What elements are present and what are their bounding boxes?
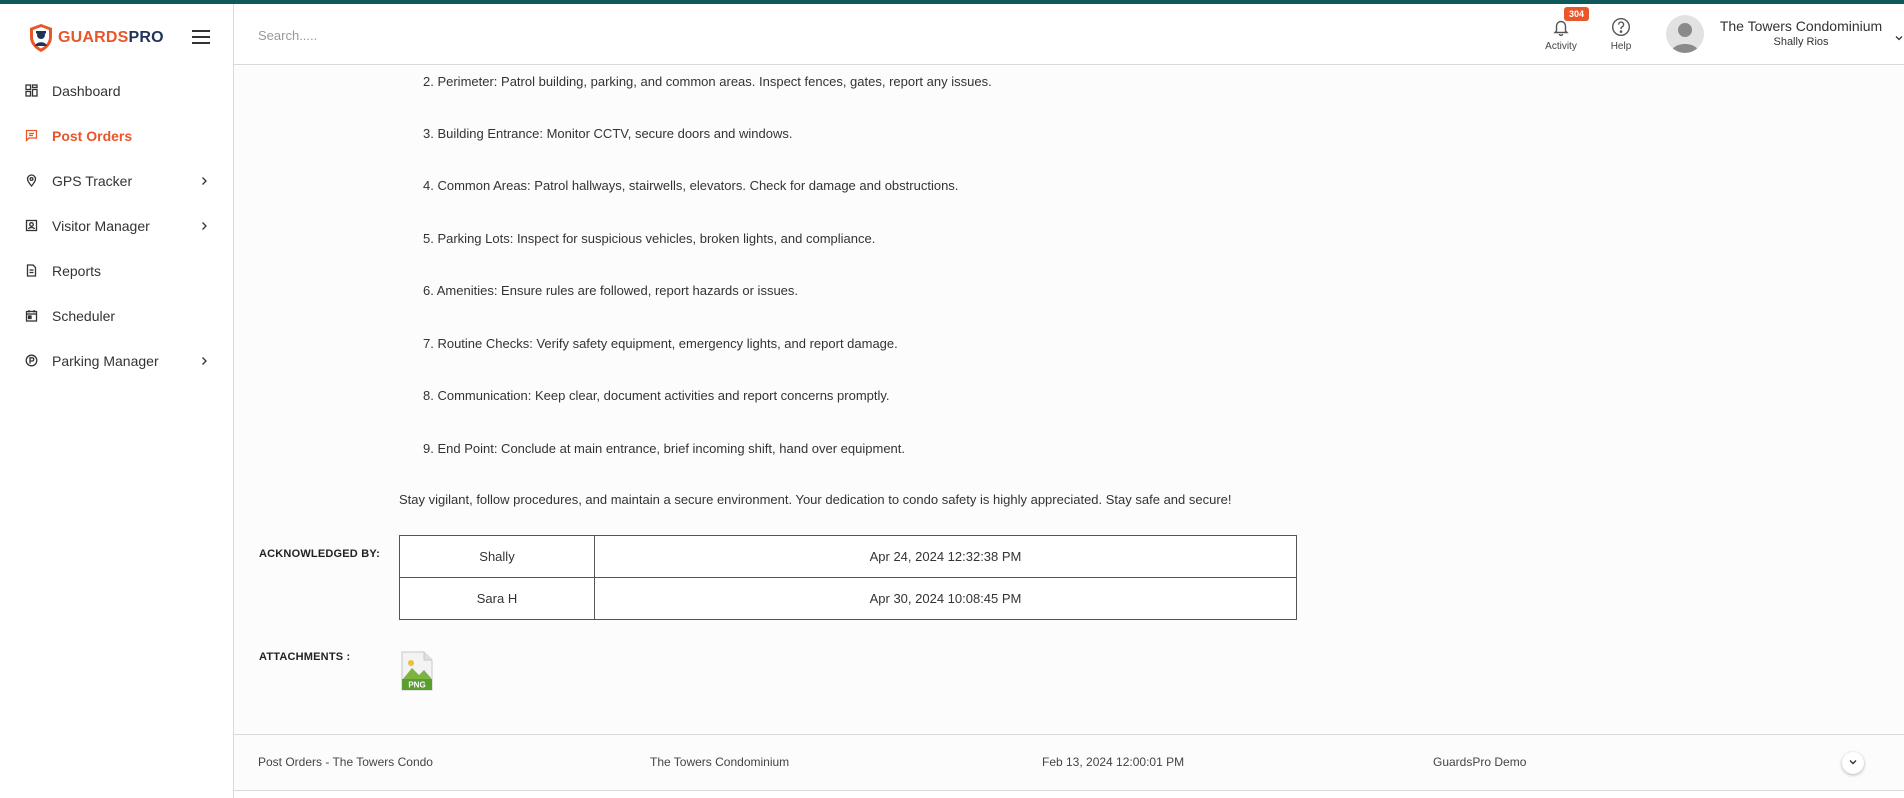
acknowledged-by-label: ACKNOWLEDGED BY: [259,548,380,560]
sidebar-item-visitor-manager[interactable]: Visitor Manager [0,203,234,248]
expand-row-button[interactable] [1842,752,1864,774]
help-button[interactable]: Help [1596,16,1646,60]
org-name: The Towers Condominium [1719,18,1883,34]
account-info[interactable]: The Towers Condominium Shally Rios [1716,18,1886,48]
post-order-step: 3. Building Entrance: Monitor CCTV, secu… [423,126,793,141]
chevron-right-icon [198,174,210,186]
activity-button[interactable]: 304 Activity [1536,7,1590,60]
parking-icon [24,354,38,368]
ack-datetime: Apr 24, 2024 12:32:38 PM [594,535,1297,578]
sidebar-item-label: Dashboard [52,82,121,99]
sidebar-nav: Dashboard Post Orders GPS Tracker Visito… [0,68,234,383]
sidebar-item-dashboard[interactable]: Dashboard [0,68,234,113]
document-icon [24,264,38,278]
post-order-step: 6. Amenities: Ensure rules are followed,… [423,283,799,298]
table-row: Sara H Apr 30, 2024 10:08:45 PM [399,577,1297,620]
chevron-down-icon[interactable] [1894,30,1904,41]
ack-name: Shally [399,535,595,578]
post-order-detail: 2. Perimeter: Patrol building, parking, … [234,66,1904,734]
post-order-step: 5. Parking Lots: Inspect for suspicious … [423,231,876,246]
brand-name: GUARDSPRO [58,29,164,46]
ack-datetime: Apr 30, 2024 10:08:45 PM [594,577,1297,620]
sidebar-item-label: Post Orders [52,127,133,144]
png-file-icon[interactable]: PNG [401,651,433,691]
location-pin-icon [24,174,38,188]
sidebar-item-reports[interactable]: Reports [0,248,234,293]
chevron-down-icon [1848,754,1858,772]
brand-logo[interactable]: GUARDSPRO [28,20,164,56]
sidebar-item-post-orders[interactable]: Post Orders [0,113,234,158]
sidebar-item-label: Visitor Manager [52,217,150,234]
sidebar-item-gps-tracker[interactable]: GPS Tracker [0,158,234,203]
attachments-label: ATTACHMENTS : [259,651,351,663]
help-icon [1610,16,1632,38]
user-name: Shally Rios [1773,36,1829,48]
chevron-right-icon [198,354,210,366]
post-order-list-row[interactable]: Post Orders - The Towers Condo The Tower… [234,734,1904,791]
activity-label: Activity [1545,41,1577,52]
avatar[interactable] [1666,15,1704,53]
row-date: Feb 13, 2024 12:00:01 PM [1042,755,1185,769]
post-order-step: 8. Communication: Keep clear, document a… [423,388,890,403]
search-input[interactable] [258,24,758,46]
sidebar-item-label: Scheduler [52,307,116,324]
post-order-step: 4. Common Areas: Patrol hallways, stairw… [423,178,959,193]
post-orders-icon [24,129,38,143]
help-label: Help [1610,41,1632,52]
row-property: The Towers Condominium [650,755,790,769]
table-row: Shally Apr 24, 2024 12:32:38 PM [399,535,1297,578]
row-title: Post Orders - The Towers Condo [258,755,433,769]
row-author: GuardsPro Demo [1433,755,1527,769]
visitor-badge-icon [24,219,38,233]
menu-toggle-icon[interactable] [192,30,210,44]
sidebar: GUARDSPRO Dashboard Post Orders GPS Trac… [0,4,234,798]
dashboard-icon [24,84,38,98]
post-order-step: 2. Perimeter: Patrol building, parking, … [423,74,992,89]
top-header: 304 Activity Help The Towers Condominium… [234,4,1904,65]
post-order-step: 7. Routine Checks: Verify safety equipme… [423,336,898,351]
guard-shield-icon [28,23,54,53]
ack-name: Sara H [399,577,595,620]
activity-badge: 304 [1564,7,1590,21]
sidebar-item-parking-manager[interactable]: Parking Manager [0,338,234,383]
closing-note: Stay vigilant, follow procedures, and ma… [399,492,1232,507]
post-order-step: 9. End Point: Conclude at main entrance,… [423,441,906,456]
sidebar-item-label: GPS Tracker [52,172,133,189]
acknowledgements-table: Shally Apr 24, 2024 12:32:38 PM Sara H A… [399,535,1297,620]
sidebar-item-label: Parking Manager [52,352,159,369]
sidebar-item-scheduler[interactable]: Scheduler [0,293,234,338]
chevron-right-icon [198,219,210,231]
sidebar-item-label: Reports [52,262,102,279]
svg-text:PNG: PNG [408,681,425,690]
calendar-icon [24,309,38,323]
